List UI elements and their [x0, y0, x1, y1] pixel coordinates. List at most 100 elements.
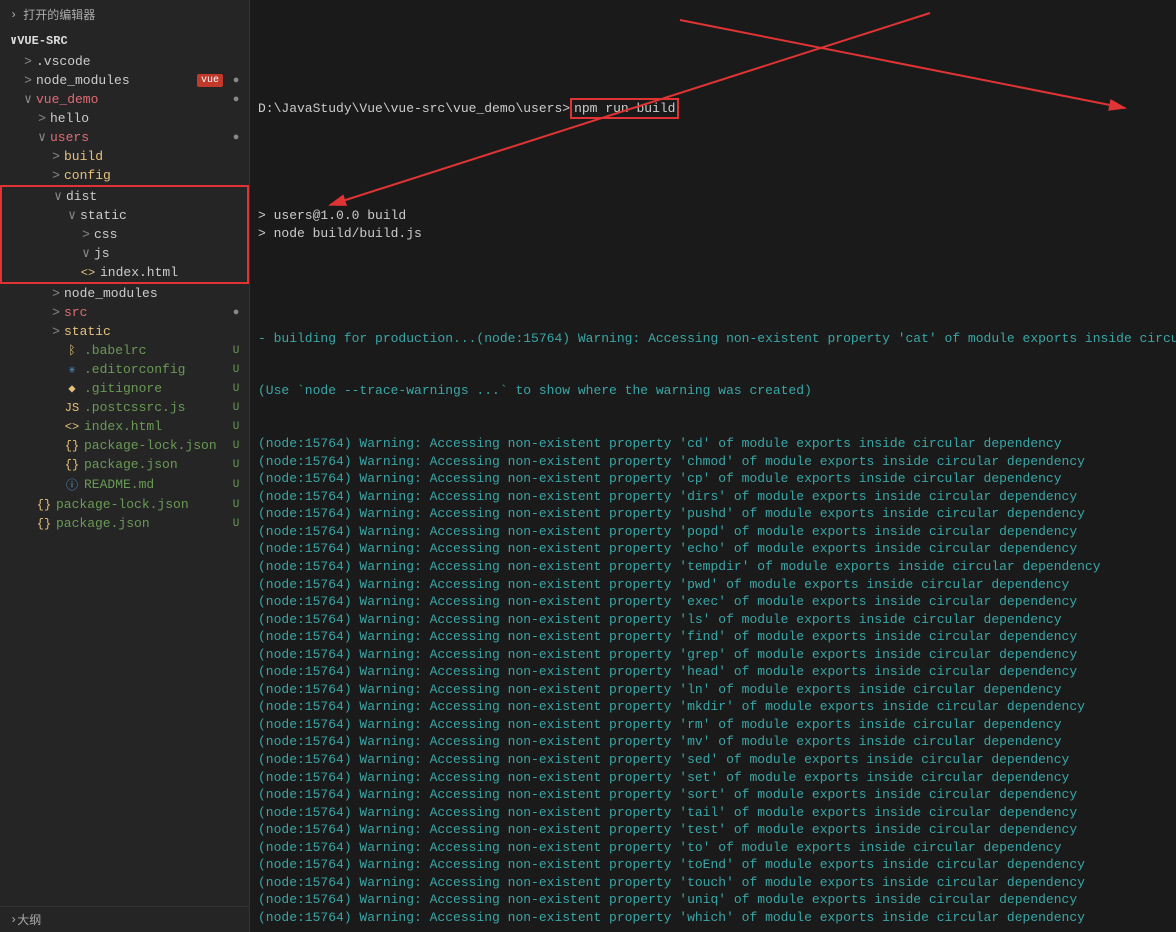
file-icon: {} — [36, 498, 52, 512]
file-icon: <> — [64, 420, 80, 434]
file-icon: ⓘ — [64, 476, 80, 493]
command-text: npm run build — [574, 101, 675, 116]
outline-section[interactable]: › 大纲 — [0, 906, 249, 932]
tree-item-label: src — [64, 305, 229, 320]
tree-item-label: package-lock.json — [84, 438, 229, 453]
chevron-down-icon: ∨ — [10, 33, 17, 48]
warning-line: (node:15764) Warning: Accessing non-exis… — [258, 628, 1176, 646]
warning-line: (node:15764) Warning: Accessing non-exis… — [258, 839, 1176, 857]
tree-item[interactable]: <> index.html — [2, 263, 247, 282]
project-name: VUE-SRC — [17, 34, 67, 48]
tree-item-label: package-lock.json — [56, 497, 229, 512]
tree-item-label: static — [80, 208, 227, 223]
tree-item-label: dist — [66, 189, 227, 204]
tree-item-label: .editorconfig — [84, 362, 229, 377]
warning-line: (node:15764) Warning: Accessing non-exis… — [258, 593, 1176, 611]
warning-line: (node:15764) Warning: Accessing non-exis… — [258, 681, 1176, 699]
chevron-icon: > — [22, 54, 34, 69]
git-status: ● — [229, 307, 243, 319]
tree-item-label: index.html — [84, 419, 229, 434]
git-status: U — [229, 402, 243, 414]
warning-line: (node:15764) Warning: Accessing non-exis… — [258, 488, 1176, 506]
tree-item-label: node_modules — [64, 286, 229, 301]
warning-line: (node:15764) Warning: Accessing non-exis… — [258, 611, 1176, 629]
tree-item[interactable]: ◆ .gitignoreU — [0, 379, 249, 398]
warning-line: (node:15764) Warning: Accessing non-exis… — [258, 909, 1176, 927]
dist-highlight-box: ∨dist∨static>css∨js<>index.html — [0, 185, 249, 284]
tree-item[interactable]: ✳ .editorconfigU — [0, 360, 249, 379]
warning-line: (node:15764) Warning: Accessing non-exis… — [258, 663, 1176, 681]
tree-item-label: index.html — [100, 265, 227, 280]
chevron-icon: > — [80, 227, 92, 242]
warning-line: (node:15764) Warning: Accessing non-exis… — [258, 716, 1176, 734]
tree-item[interactable]: ∨js — [2, 244, 247, 263]
chevron-icon: ∨ — [66, 208, 78, 223]
file-icon: ◆ — [64, 381, 80, 396]
project-title[interactable]: ∨ VUE-SRC — [0, 29, 249, 52]
tree-item[interactable]: {}package-lock.jsonU — [0, 436, 249, 455]
tree-item[interactable]: ∨dist — [2, 187, 247, 206]
chevron-right-icon: › — [10, 913, 17, 927]
terminal-line: > node build/build.js — [258, 225, 1176, 243]
chevron-icon: > — [50, 324, 62, 339]
git-status: U — [229, 440, 243, 452]
open-editors-section[interactable]: › 打开的编辑器 — [0, 0, 249, 29]
tree-item[interactable]: >src● — [0, 303, 249, 322]
tree-item[interactable]: >css — [2, 225, 247, 244]
tree-item-label: js — [94, 246, 227, 261]
tree-item[interactable]: >static — [0, 322, 249, 341]
chevron-icon: > — [50, 305, 62, 320]
tree-item[interactable]: ∨users● — [0, 128, 249, 147]
chevron-icon: > — [50, 286, 62, 301]
sidebar: › 打开的编辑器 ∨ VUE-SRC >.vscode>node_modules… — [0, 0, 250, 932]
file-icon: {} — [36, 517, 52, 531]
git-status: ● — [229, 75, 243, 87]
tree-item[interactable]: >config — [0, 166, 249, 185]
trace-hint-line: (Use `node --trace-warnings ...` to show… — [258, 382, 1176, 400]
tree-item[interactable]: {}package.jsonU — [0, 514, 249, 533]
git-status: U — [229, 364, 243, 376]
warning-line: (node:15764) Warning: Accessing non-exis… — [258, 505, 1176, 523]
warning-line: (node:15764) Warning: Accessing non-exis… — [258, 733, 1176, 751]
tree-item[interactable]: >build — [0, 147, 249, 166]
tree-item[interactable]: >node_modules — [0, 284, 249, 303]
tree-item[interactable]: {} package.jsonU — [0, 455, 249, 474]
tree-item[interactable]: ∨static — [2, 206, 247, 225]
tree-item-label: config — [64, 168, 229, 183]
tree-item-label: users — [50, 130, 229, 145]
warning-line: (node:15764) Warning: Accessing non-exis… — [258, 821, 1176, 839]
warning-line: (node:15764) Warning: Accessing non-exis… — [258, 856, 1176, 874]
warning-line: (node:15764) Warning: Accessing non-exis… — [258, 576, 1176, 594]
tree-item-label: build — [64, 149, 229, 164]
tree-item[interactable]: <> index.htmlU — [0, 417, 249, 436]
tree-item-label: .vscode — [36, 54, 229, 69]
git-status: U — [229, 459, 243, 471]
outline-label: 大纲 — [17, 911, 41, 928]
git-status: U — [229, 345, 243, 357]
tree-item[interactable]: {}package-lock.jsonU — [0, 495, 249, 514]
file-icon: ᛒ — [64, 344, 80, 358]
warning-line: (node:15764) Warning: Accessing non-exis… — [258, 453, 1176, 471]
tree-item[interactable]: ∨vue_demo● — [0, 90, 249, 109]
tree-item[interactable]: JS.postcssrc.jsU — [0, 398, 249, 417]
prompt-path: D:\JavaStudy\Vue\vue-src\vue_demo\users> — [258, 101, 570, 116]
vue-badge: vue — [197, 74, 223, 87]
tree-item-label: package.json — [84, 457, 229, 472]
tree-item[interactable]: >.vscode — [0, 52, 249, 71]
tree-item[interactable]: >node_modulesvue● — [0, 71, 249, 90]
git-status: U — [229, 383, 243, 395]
tree-item[interactable]: ⓘREADME.mdU — [0, 474, 249, 495]
file-icon: {} — [64, 458, 80, 472]
tree-item-label: .gitignore — [84, 381, 229, 396]
chevron-icon: > — [50, 168, 62, 183]
tree-item[interactable]: >hello — [0, 109, 249, 128]
git-status: U — [229, 421, 243, 433]
file-icon: ✳ — [64, 362, 80, 377]
tree-item[interactable]: ᛒ.babelrcU — [0, 341, 249, 360]
terminal[interactable]: D:\JavaStudy\Vue\vue-src\vue_demo\users>… — [250, 0, 1176, 932]
file-icon: <> — [80, 266, 96, 280]
chevron-icon: ∨ — [22, 92, 34, 107]
warning-line: (node:15764) Warning: Accessing non-exis… — [258, 523, 1176, 541]
git-status: U — [229, 479, 243, 491]
tree-item-label: css — [94, 227, 227, 242]
